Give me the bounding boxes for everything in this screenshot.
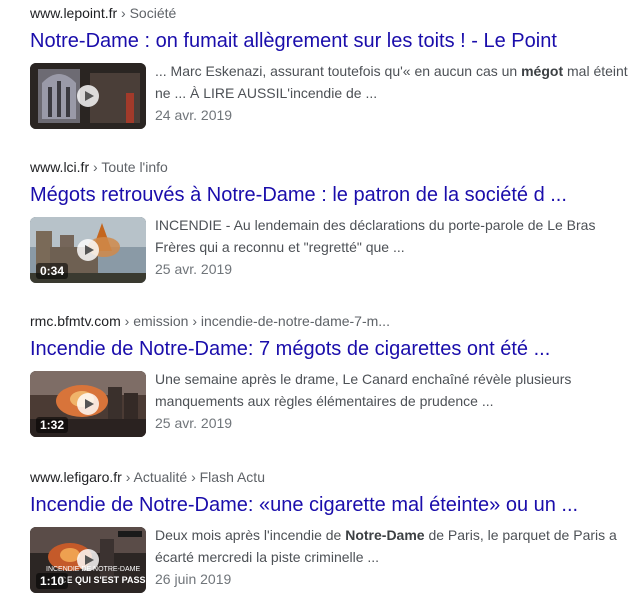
snippet-text: INCENDIE - Au lendemain des déclarations… <box>155 217 596 233</box>
snippet-text: manquements aux règles élémentaires de p… <box>155 393 494 409</box>
snippet-text: mal éteint <box>563 63 628 79</box>
result-date: 24 avr. 2019 <box>155 107 233 123</box>
video-thumbnail[interactable]: 1:32 <box>30 371 146 437</box>
video-thumbnail[interactable]: 0:34 <box>30 217 146 283</box>
result-breadcrumb: › Toute l'info <box>89 159 168 175</box>
play-icon <box>77 239 99 261</box>
result-url[interactable]: www.lefigaro.fr › Actualité › Flash Actu <box>30 468 642 486</box>
result-snippet: ... Marc Eskenazi, assurant toutefois qu… <box>155 60 642 126</box>
result-url[interactable]: rmc.bfmtv.com › emission › incendie-de-n… <box>30 312 642 330</box>
result-title-link[interactable]: Incendie de Notre-Dame: 7 mégots de ciga… <box>30 336 642 362</box>
search-result: www.lepoint.fr › Société Notre-Dame : on… <box>30 4 642 129</box>
result-date: 25 avr. 2019 <box>155 261 233 277</box>
result-url[interactable]: www.lci.fr › Toute l'info <box>30 158 642 176</box>
result-title-link[interactable]: Notre-Dame : on fumait allègrement sur l… <box>30 28 642 54</box>
video-thumbnail[interactable] <box>30 63 146 129</box>
snippet-text: Frères qui a reconnu et "regretté" que .… <box>155 239 405 255</box>
result-date: 25 avr. 2019 <box>155 415 233 431</box>
result-title-link[interactable]: Mégots retrouvés à Notre-Dame : le patro… <box>30 182 642 208</box>
result-snippet: Une semaine après le drame, Le Canard en… <box>155 368 642 434</box>
play-icon <box>77 549 99 571</box>
result-snippet: INCENDIE - Au lendemain des déclarations… <box>155 214 642 280</box>
result-host[interactable]: www.lefigaro.fr <box>30 469 122 485</box>
search-result: www.lefigaro.fr › Actualité › Flash Actu… <box>30 468 642 593</box>
result-breadcrumb: › Société <box>117 5 177 21</box>
snippet-text: ne ... À LIRE AUSSIL'incendie de ... <box>155 85 378 101</box>
snippet-text: Deux mois après l'incendie de <box>155 527 346 543</box>
result-title-link[interactable]: Incendie de Notre-Dame: «une cigarette m… <box>30 492 642 518</box>
video-duration: 1:32 <box>36 417 69 433</box>
search-result: rmc.bfmtv.com › emission › incendie-de-n… <box>30 312 642 437</box>
result-host[interactable]: rmc.bfmtv.com <box>30 313 121 329</box>
snippet-highlight: mégot <box>521 63 564 79</box>
result-url[interactable]: www.lepoint.fr › Société <box>30 4 642 22</box>
result-breadcrumb: › Actualité › Flash Actu <box>121 469 265 485</box>
snippet-text: ... Marc Eskenazi, assurant toutefois qu… <box>155 63 522 79</box>
snippet-text: Une semaine après le drame, Le Canard en… <box>155 371 572 387</box>
video-thumbnail[interactable]: INCENDIE DE NOTRE-DAME CE QUI S'EST PASS… <box>30 527 146 593</box>
video-duration: 1:10 <box>36 573 69 589</box>
result-snippet: Deux mois après l'incendie de Notre-Dame… <box>155 524 642 590</box>
play-icon <box>77 85 99 107</box>
snippet-highlight: Notre-Dame <box>345 527 425 543</box>
snippet-text: écarté mercredi la piste criminelle ... <box>155 549 380 565</box>
video-duration: 0:34 <box>36 263 69 279</box>
result-date: 26 juin 2019 <box>155 571 232 587</box>
result-breadcrumb: › emission › incendie-de-notre-dame-7-m.… <box>120 313 390 329</box>
result-host[interactable]: www.lci.fr <box>30 159 89 175</box>
play-icon <box>77 393 99 415</box>
thumbnail-caption-2: CE QUI S'EST PASSÉ <box>60 575 146 585</box>
search-result: www.lci.fr › Toute l'info Mégots retrouv… <box>30 158 642 283</box>
result-host[interactable]: www.lepoint.fr <box>30 5 117 21</box>
snippet-text: de Paris, le parquet de Paris a <box>424 527 617 543</box>
